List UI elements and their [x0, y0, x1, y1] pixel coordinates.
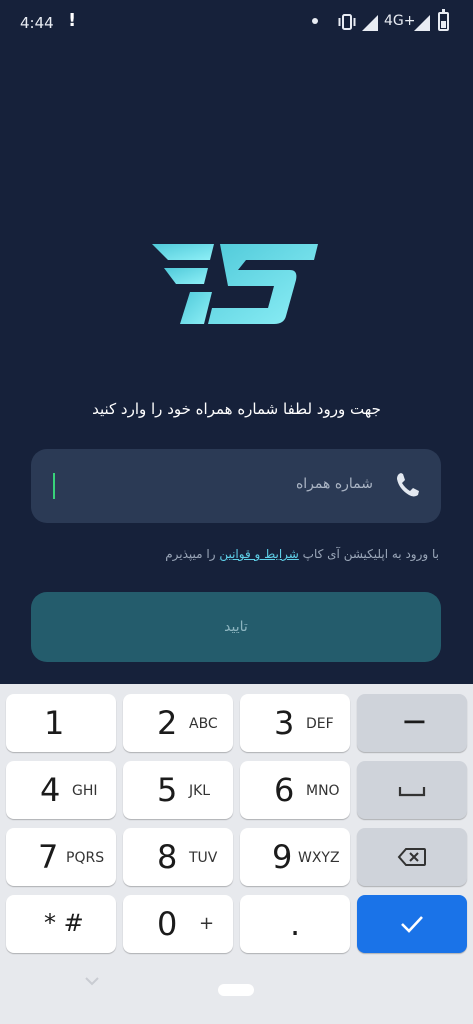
app-logo	[152, 244, 318, 324]
key-digit: 2	[157, 704, 178, 742]
key-digit: 6	[274, 771, 295, 809]
terms-link[interactable]: شرایط و قوانین	[219, 547, 299, 561]
key-letters: PQRS	[66, 850, 105, 866]
key-digit: 5	[157, 771, 178, 809]
key-8[interactable]: 8 TUV	[123, 828, 233, 886]
terms-suffix: را میپذیرم	[165, 547, 220, 561]
key-letters: MNO	[306, 783, 340, 799]
key-2[interactable]: 2 ABC	[123, 694, 233, 752]
text-cursor	[53, 473, 55, 499]
key-4[interactable]: 4 GHI	[6, 761, 116, 819]
key-letters: DEF	[306, 716, 334, 732]
key-3[interactable]: 3 DEF	[240, 694, 350, 752]
key-star-hash[interactable]: * #	[6, 895, 116, 953]
space-icon	[398, 787, 426, 797]
key-space[interactable]	[357, 761, 467, 819]
confirm-button[interactable]: تایید	[31, 592, 441, 662]
chevron-down-icon[interactable]	[84, 976, 100, 986]
terms-text: با ورود به اپلیکیشن آی کاپ شرایط و قوانی…	[0, 547, 439, 561]
alert-icon: !	[68, 10, 77, 31]
key-5[interactable]: 5 JKL	[123, 761, 233, 819]
network-type: 4G+	[384, 13, 416, 29]
key-digit: 1	[44, 704, 65, 742]
key-letters: ABC	[189, 716, 218, 732]
key-symbols: * #	[44, 909, 84, 937]
home-gesture-pill[interactable]	[218, 984, 254, 996]
key-digit: 3	[274, 704, 295, 742]
key-digit: .	[290, 905, 301, 943]
key-letters: JKL	[189, 783, 211, 799]
key-0[interactable]: 0 +	[123, 895, 233, 953]
key-digit: 8	[157, 838, 178, 876]
key-digit: 7	[38, 838, 59, 876]
key-letters: TUV	[189, 850, 218, 866]
key-digit: 4	[40, 771, 61, 809]
key-done[interactable]	[357, 895, 467, 953]
key-1[interactable]: 1	[6, 694, 116, 752]
key-letters: GHI	[72, 783, 98, 799]
key-6[interactable]: 6 MNO	[240, 761, 350, 819]
key-dot[interactable]: .	[240, 895, 350, 953]
notification-dot-icon	[312, 18, 318, 24]
status-time: 4:44	[20, 14, 54, 32]
login-prompt: جهت ورود لطفا شماره همراه خود را وارد کن…	[92, 400, 381, 418]
terms-prefix: با ورود به اپلیکیشن آی کاپ	[298, 547, 439, 561]
key-digit: 0	[157, 905, 178, 943]
phone-placeholder: شماره همراه	[295, 476, 373, 492]
backspace-icon	[397, 848, 426, 866]
key-minus[interactable]: −	[357, 694, 467, 752]
phone-icon	[397, 473, 419, 497]
minus-icon: −	[401, 702, 428, 740]
battery-icon	[438, 9, 449, 31]
key-7[interactable]: 7 PQRS	[6, 828, 116, 886]
numeric-keyboard: 1 2 ABC 3 DEF − 4 GHI 5 JKL 6 MNO 7 PQRS…	[0, 684, 473, 1024]
vibrate-icon	[338, 14, 356, 30]
key-digit: 9	[272, 838, 293, 876]
signal-icon	[362, 15, 378, 31]
key-9[interactable]: 9 WXYZ	[240, 828, 350, 886]
key-backspace[interactable]	[357, 828, 467, 886]
key-letters: +	[199, 913, 215, 934]
phone-number-field[interactable]: شماره همراه	[31, 449, 441, 523]
signal-icon-2	[414, 15, 430, 31]
key-letters: WXYZ	[298, 850, 340, 866]
status-bar: 4:44 ! 4G+	[0, 0, 473, 46]
check-icon	[401, 916, 423, 933]
